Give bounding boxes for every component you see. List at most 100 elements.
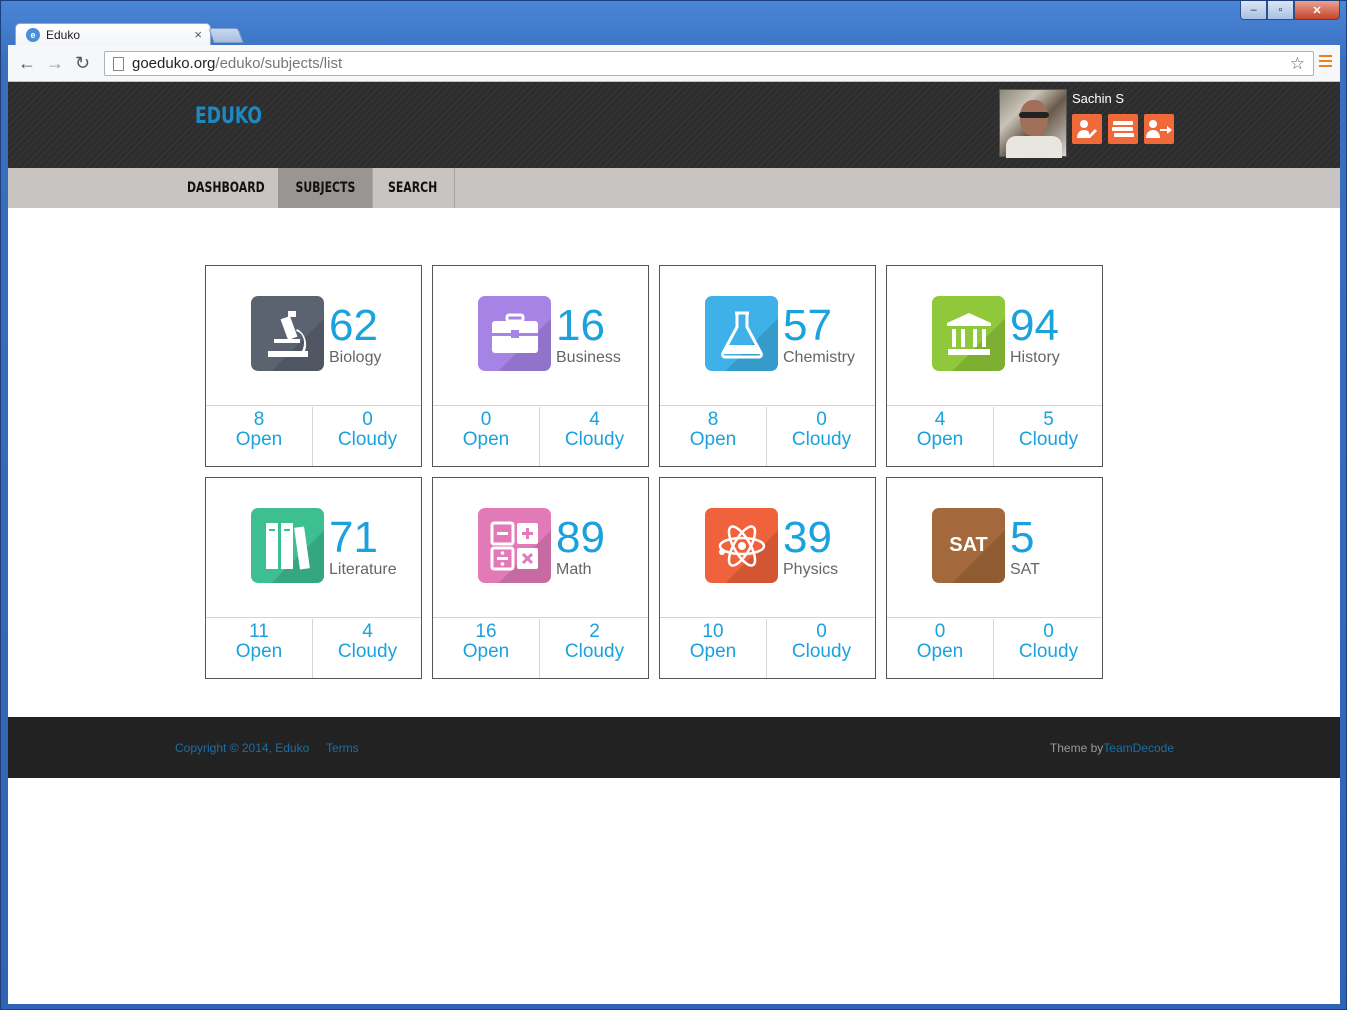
theme-credit: Theme byTeamDecode — [1050, 741, 1174, 755]
open-label: Open — [462, 641, 510, 662]
subject-name: Math — [556, 561, 592, 578]
subject-name: Physics — [783, 561, 839, 578]
calculator-icon — [478, 508, 551, 583]
nav-subjects[interactable]: SUBJECTS — [278, 168, 372, 208]
open-count: 10 — [702, 621, 724, 642]
teamdecode-link[interactable]: TeamDecode — [1103, 741, 1174, 755]
browser-window: ‒ ▫ ✕ e Eduko × ← → ↻ goeduko.org /eduko… — [0, 0, 1347, 1010]
cloudy-stat[interactable]: 0 Cloudy — [768, 619, 875, 678]
copyright-link[interactable]: Copyright © 2014, Eduko — [175, 741, 309, 755]
books-icon[interactable] — [1108, 114, 1138, 144]
cloudy-count: 4 — [362, 621, 373, 642]
open-label: Open — [235, 429, 283, 450]
browser-tab[interactable]: e Eduko × — [15, 23, 211, 45]
cloudy-stat[interactable]: 0 Cloudy — [995, 619, 1102, 678]
subject-count: 62 — [329, 301, 378, 350]
open-stat[interactable]: 0 Open — [887, 619, 994, 678]
open-stat[interactable]: 0 Open — [433, 407, 540, 466]
briefcase-icon — [478, 296, 551, 371]
subject-count: 71 — [329, 513, 378, 562]
cloudy-label: Cloudy — [1018, 641, 1079, 662]
subject-name: Chemistry — [783, 349, 856, 366]
reload-icon[interactable]: ↻ — [75, 53, 90, 74]
flask-icon — [705, 296, 778, 371]
subject-card-physics[interactable]: 39 Physics 10 Open 0 Cloudy — [659, 477, 876, 679]
open-stat[interactable]: 4 Open — [887, 407, 994, 466]
back-icon[interactable]: ← — [18, 53, 36, 74]
cloudy-stat[interactable]: 2 Cloudy — [541, 619, 648, 678]
logout-icon[interactable] — [1144, 114, 1174, 144]
theme-prefix: Theme by — [1049, 741, 1104, 755]
subject-name: History — [1010, 349, 1060, 366]
cloudy-stat[interactable]: 4 Cloudy — [314, 619, 421, 678]
cloudy-count: 0 — [362, 409, 373, 430]
cloudy-stat[interactable]: 0 Cloudy — [768, 407, 875, 466]
open-stat[interactable]: 10 Open — [660, 619, 767, 678]
nav-dashboard[interactable]: DASHBOARD — [174, 168, 278, 208]
profile-edit-icon[interactable] — [1072, 114, 1102, 144]
cloudy-count: 0 — [816, 409, 827, 430]
open-label: Open — [689, 429, 737, 450]
cloudy-label: Cloudy — [564, 429, 625, 450]
subject-name: SAT — [1010, 561, 1040, 578]
new-tab-button[interactable] — [208, 28, 244, 43]
tab-title: Eduko — [46, 27, 81, 42]
museum-icon — [932, 296, 1005, 371]
open-stat[interactable]: 8 Open — [206, 407, 313, 466]
cloudy-label: Cloudy — [791, 429, 852, 450]
cloudy-stat[interactable]: 5 Cloudy — [995, 407, 1102, 466]
maximize-button[interactable]: ▫ — [1267, 1, 1294, 20]
browser-menu-icon[interactable] — [1319, 55, 1332, 69]
user-actions — [1072, 114, 1174, 144]
subject-count: 89 — [556, 513, 605, 562]
cloudy-stat[interactable]: 0 Cloudy — [314, 407, 421, 466]
cloudy-count: 2 — [589, 621, 600, 642]
nav-subjects-label: SUBJECTS — [295, 180, 355, 196]
cloudy-label: Cloudy — [791, 641, 852, 662]
subject-card-biology[interactable]: 62 Biology 8 Open 0 Cloudy — [205, 265, 422, 467]
user-name: Sachin S — [1072, 91, 1125, 106]
browser-toolbar: ← → ↻ goeduko.org /eduko/subjects/list ☆ — [8, 45, 1340, 82]
sat-icon: SAT — [932, 508, 1005, 583]
open-count: 16 — [475, 621, 497, 642]
open-stat[interactable]: 16 Open — [433, 619, 540, 678]
window-controls: ‒ ▫ ✕ — [1240, 1, 1340, 20]
cloudy-count: 0 — [816, 621, 827, 642]
forward-icon[interactable]: → — [46, 53, 64, 74]
subject-card-sat[interactable]: SAT 5 SAT 0 Open 0 Cloudy — [886, 477, 1103, 679]
close-window-button[interactable]: ✕ — [1294, 1, 1340, 20]
subject-card-history[interactable]: 94 History 4 Open 5 Cloudy — [886, 265, 1103, 467]
subject-count: 94 — [1010, 301, 1059, 350]
cloudy-count: 4 — [589, 409, 600, 430]
cloudy-stat[interactable]: 4 Cloudy — [541, 407, 648, 466]
main-nav: DASHBOARD SUBJECTS SEARCH — [8, 168, 1340, 208]
avatar[interactable] — [999, 89, 1067, 158]
cloudy-label: Cloudy — [337, 429, 398, 450]
cloudy-label: Cloudy — [564, 641, 625, 662]
open-stat[interactable]: 8 Open — [660, 407, 767, 466]
open-count: 4 — [934, 409, 946, 430]
subject-card-business[interactable]: 16 Business 0 Open 4 Cloudy — [432, 265, 649, 467]
nav-search-label: SEARCH — [388, 180, 438, 196]
cloudy-count: 0 — [1043, 621, 1054, 642]
subject-card-chemistry[interactable]: 57 Chemistry 8 Open 0 Cloudy — [659, 265, 876, 467]
minimize-button[interactable]: ‒ — [1240, 1, 1267, 20]
tab-close-icon[interactable]: × — [194, 27, 202, 42]
brand-logo[interactable]: EDUKO — [195, 104, 262, 129]
subject-name: Literature — [329, 561, 397, 578]
address-bar[interactable]: goeduko.org /eduko/subjects/list ☆ — [104, 51, 1314, 76]
site-header: EDUKO Sachin S — [8, 82, 1340, 168]
open-count: 11 — [249, 621, 269, 642]
terms-link[interactable]: Terms — [326, 741, 359, 755]
nav-dashboard-label: DASHBOARD — [187, 180, 265, 196]
nav-search[interactable]: SEARCH — [372, 168, 454, 208]
open-count: 0 — [934, 621, 946, 642]
subject-card-literature[interactable]: 71 Literature 11 Open 4 Cloudy — [205, 477, 422, 679]
open-label: Open — [916, 429, 964, 450]
url-path: /eduko/subjects/list — [215, 55, 343, 72]
books-shelf-icon — [251, 508, 324, 583]
subject-count: 16 — [556, 301, 605, 350]
open-stat[interactable]: 11 Open — [206, 619, 313, 678]
bookmark-star-icon[interactable]: ☆ — [1290, 54, 1305, 74]
subject-card-math[interactable]: 89 Math 16 Open 2 Cloudy — [432, 477, 649, 679]
